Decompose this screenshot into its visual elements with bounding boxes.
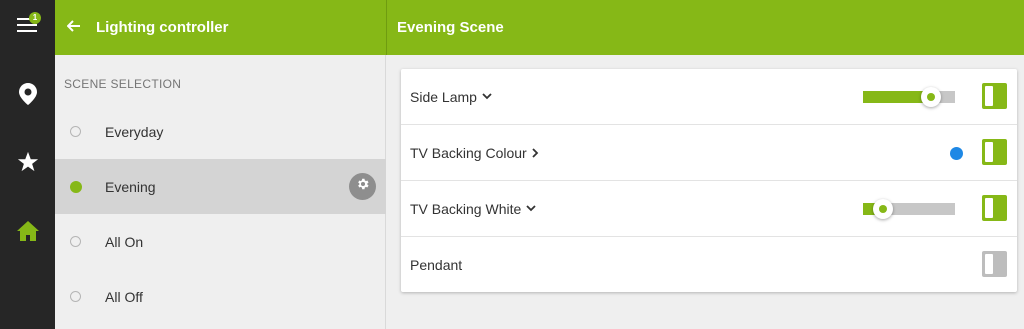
scene-item-all-on[interactable]: All On — [55, 214, 386, 269]
scene-label: Everyday — [105, 123, 164, 140]
device-open-button[interactable]: TV Backing Colour — [410, 145, 539, 161]
scene-selection-panel: SCENE SELECTION Everyday Evening All On … — [55, 55, 386, 329]
device-name: Side Lamp — [410, 88, 477, 105]
device-row-tv-backing-white: TV Backing White — [401, 181, 1017, 237]
brightness-slider[interactable] — [863, 199, 955, 219]
gear-icon — [356, 177, 370, 196]
star-icon — [17, 151, 39, 178]
scene-title: Evening Scene — [397, 19, 504, 36]
radio-button[interactable] — [70, 236, 81, 247]
radio-button[interactable] — [70, 126, 81, 137]
scene-item-all-off[interactable]: All Off — [55, 269, 386, 324]
scene-header: Evening Scene — [387, 0, 1024, 55]
device-name: TV Backing White — [410, 200, 522, 217]
power-toggle[interactable] — [982, 83, 1007, 109]
slider-thumb[interactable] — [921, 87, 942, 107]
chevron-down-icon — [482, 93, 492, 100]
chevron-down-icon — [526, 205, 536, 212]
back-button[interactable] — [56, 0, 92, 55]
scene-label: All On — [105, 233, 144, 250]
device-name: TV Backing Colour — [410, 144, 527, 161]
device-row-pendant: Pendant — [401, 237, 1017, 293]
scene-item-everyday[interactable]: Everyday — [55, 104, 386, 159]
locations-button[interactable] — [0, 69, 55, 124]
app-title: Lighting controller — [96, 19, 229, 36]
device-expand-button[interactable]: TV Backing White — [410, 201, 536, 217]
section-label: SCENE SELECTION — [64, 77, 182, 91]
scene-label: All Off — [105, 288, 143, 305]
power-toggle[interactable] — [982, 139, 1007, 165]
notification-badge: 1 — [29, 12, 41, 24]
home-icon — [16, 220, 40, 247]
chevron-right-icon — [532, 147, 539, 158]
home-button[interactable] — [0, 206, 55, 261]
radio-button[interactable] — [70, 291, 81, 302]
favourites-button[interactable] — [0, 137, 55, 192]
arrow-left-icon — [66, 19, 81, 37]
scene-settings-button[interactable] — [349, 173, 376, 200]
location-pin-icon — [18, 83, 37, 110]
colour-indicator — [950, 147, 963, 160]
scene-item-evening[interactable]: Evening — [55, 159, 386, 214]
power-toggle[interactable] — [982, 251, 1007, 277]
device-list: Side Lamp TV Backing Colour TV Backing W… — [401, 69, 1017, 292]
scene-label: Evening — [105, 178, 156, 195]
nav-rail: 1 — [0, 0, 55, 329]
radio-button-selected[interactable] — [70, 180, 82, 193]
menu-button[interactable]: 1 — [0, 0, 55, 55]
power-toggle[interactable] — [982, 195, 1007, 221]
slider-thumb[interactable] — [873, 199, 894, 219]
device-row-side-lamp: Side Lamp — [401, 69, 1017, 125]
device-row-tv-backing-colour: TV Backing Colour — [401, 125, 1017, 181]
brightness-slider[interactable] — [863, 87, 955, 107]
device-name: Pendant — [410, 257, 463, 273]
app-header: Lighting controller — [55, 0, 386, 55]
device-expand-button[interactable]: Side Lamp — [410, 89, 492, 105]
